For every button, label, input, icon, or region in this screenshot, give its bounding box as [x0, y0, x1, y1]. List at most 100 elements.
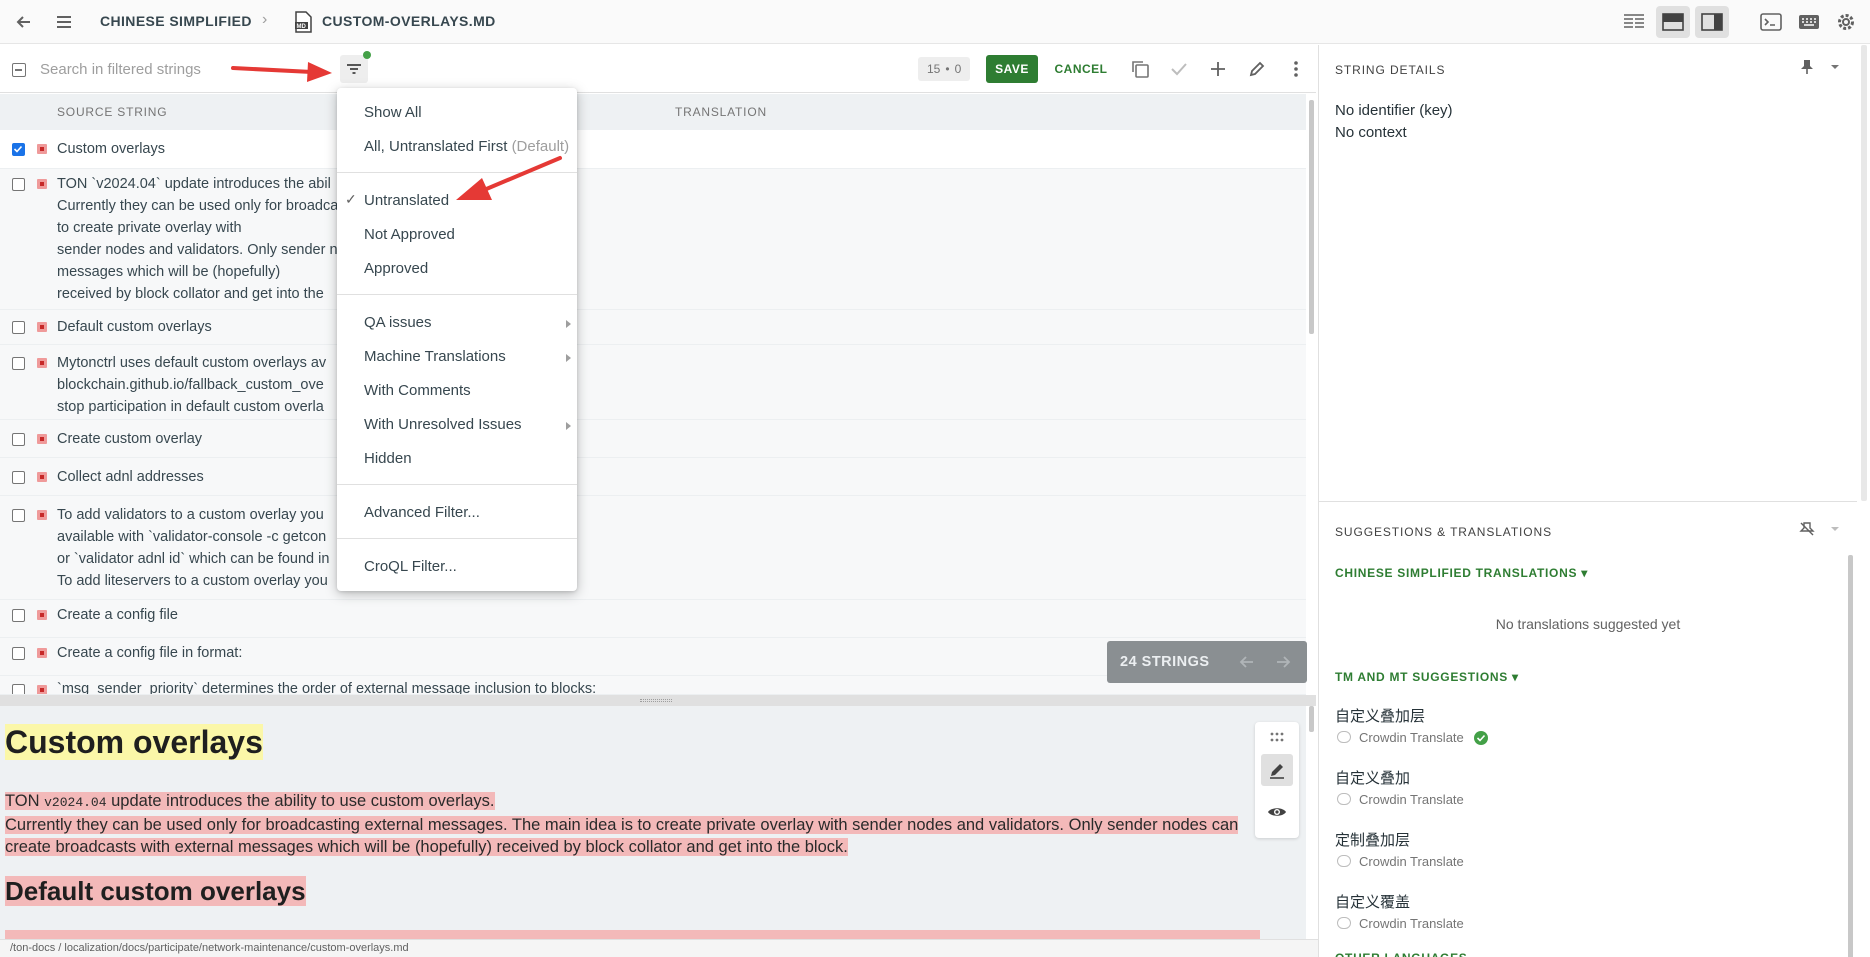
selection-counter: 15 • 0 — [918, 57, 971, 81]
edit-pencil-icon[interactable] — [1245, 57, 1269, 81]
back-arrow-icon[interactable] — [12, 10, 36, 34]
horizontal-layout-icon[interactable] — [1656, 6, 1690, 38]
menu-item-all-untranslated-first-label: All, Untranslated First — [364, 138, 508, 155]
preview-scrollbar[interactable] — [1309, 706, 1314, 732]
copy-source-icon[interactable] — [1128, 57, 1152, 81]
breadcrumb-file: CUSTOM-OVERLAYS.MD — [322, 13, 496, 29]
menu-item-qa-issues[interactable]: QA issues — [364, 314, 432, 331]
prev-arrow-icon[interactable] — [1235, 651, 1257, 673]
menu-item-machine-translations[interactable]: Machine Translations — [364, 348, 506, 365]
right-panel-outer-scrollbar[interactable] — [1861, 45, 1867, 501]
preview-heading-1-text[interactable]: Custom overlays — [5, 724, 263, 760]
filter-icon[interactable] — [340, 51, 371, 83]
menu-item-croql-filter[interactable]: CroQL Filter... — [364, 558, 457, 575]
table-row[interactable]: TON `v2024.04` update introduces the abi… — [0, 169, 1306, 310]
file-path-bar: /ton-docs / localization/docs/participat… — [0, 939, 1318, 957]
save-button[interactable]: SAVE — [986, 55, 1038, 83]
table-row[interactable]: Default custom overlays — [0, 310, 1306, 345]
table-row[interactable]: Collect adnl addresses — [0, 458, 1306, 496]
menu-item-show-all[interactable]: Show All — [364, 104, 422, 121]
collapse-chevron-icon[interactable] — [1827, 521, 1843, 537]
pane-splitter[interactable] — [0, 695, 1316, 706]
submenu-arrow-icon — [566, 320, 571, 328]
svg-text:MD: MD — [297, 24, 307, 30]
suggestion-item[interactable]: 自定义叠加层 Crowdin Translate — [1319, 695, 1857, 757]
submenu-arrow-icon — [566, 354, 571, 362]
no-translations-text: No translations suggested yet — [1495, 616, 1681, 632]
terminal-icon[interactable] — [1754, 6, 1788, 38]
pin-icon[interactable] — [1797, 57, 1817, 77]
row-checkbox[interactable] — [12, 647, 25, 660]
row-checkbox[interactable] — [12, 609, 25, 622]
strings-count: 24 STRINGS — [1120, 654, 1210, 670]
suggestion-item[interactable]: 自定义叠加 Crowdin Translate — [1319, 757, 1857, 819]
menu-item-not-approved[interactable]: Not Approved — [364, 226, 455, 243]
source-string-text: To add validators to a custom overlay yo… — [57, 507, 330, 589]
unpin-icon[interactable] — [1797, 519, 1817, 539]
collapse-chevron-icon[interactable] — [1827, 59, 1843, 75]
tm-mt-header[interactable]: TM AND MT SUGGESTIONS ▾ — [1335, 670, 1519, 684]
menu-item-approved[interactable]: Approved — [364, 260, 428, 277]
table-row[interactable]: Create custom overlay — [0, 420, 1306, 458]
para-line1: update introduces the ability to use cus… — [106, 792, 495, 810]
preview-paragraph[interactable]: TON v2024.04 update introduces the abili… — [5, 790, 1265, 858]
breadcrumb-language[interactable]: CHINESE SIMPLIFIED — [100, 13, 252, 29]
row-checkbox[interactable] — [12, 357, 25, 370]
more-vert-icon[interactable] — [1284, 57, 1308, 81]
menu-item-all-untranslated-first[interactable]: All, Untranslated First (Default) — [364, 138, 569, 155]
source-string-text: Create a config file — [57, 607, 178, 623]
untranslated-status-icon — [37, 648, 47, 658]
edit-mode-icon[interactable] — [1261, 754, 1293, 786]
table-row[interactable]: To add validators to a custom overlay yo… — [0, 496, 1306, 600]
source-string-text: Create a config file in format: — [57, 645, 243, 661]
approve-check-icon[interactable] — [1167, 57, 1191, 81]
next-arrow-icon[interactable] — [1273, 651, 1295, 673]
no-identifier-text: No identifier (key) — [1335, 102, 1453, 119]
string-details-title: STRING DETAILS — [1335, 63, 1446, 77]
keyboard-icon[interactable] — [1792, 6, 1826, 38]
translations-header[interactable]: CHINESE SIMPLIFIED TRANSLATIONS ▾ — [1335, 566, 1588, 580]
row-checkbox[interactable] — [12, 321, 25, 334]
side-by-side-layout-icon[interactable] — [1617, 6, 1651, 38]
menu-divider — [337, 484, 577, 485]
menu-item-with-comments[interactable]: With Comments — [364, 382, 471, 399]
counter-separator: • — [945, 62, 950, 76]
row-checkbox[interactable] — [12, 143, 25, 156]
default-tag: (Default) — [511, 138, 570, 155]
cancel-button[interactable]: CANCEL — [1052, 55, 1110, 83]
preview-heading-2-text[interactable]: Default custom overlays — [5, 876, 306, 906]
row-checkbox[interactable] — [12, 433, 25, 446]
suggestion-item[interactable]: 定制叠加层 Crowdin Translate — [1319, 819, 1857, 881]
strings-toolbar: 15 • 0 SAVE CANCEL — [0, 45, 1316, 93]
crowdin-translate-icon — [1337, 917, 1351, 929]
right-panel: STRING DETAILS No identifier (key) No co… — [1318, 45, 1870, 957]
row-checkbox[interactable] — [12, 471, 25, 484]
counter-selected: 15 — [927, 62, 941, 76]
table-column-header: SOURCE STRING TRANSLATION — [0, 94, 1306, 130]
select-all-checkbox[interactable] — [12, 63, 26, 77]
right-panel-scrollbar[interactable] — [1848, 555, 1853, 957]
menu-item-untranslated[interactable]: Untranslated — [364, 192, 449, 209]
suggestion-item[interactable]: 自定义覆盖 Crowdin Translate — [1319, 881, 1857, 943]
preview-eye-icon[interactable] — [1261, 796, 1293, 828]
source-string-text: Default custom overlays — [57, 319, 212, 335]
sidebar-layout-icon[interactable] — [1695, 6, 1729, 38]
row-checkbox[interactable] — [12, 684, 25, 694]
row-checkbox[interactable] — [12, 509, 25, 522]
menu-item-with-unresolved-issues[interactable]: With Unresolved Issues — [364, 416, 522, 433]
add-icon[interactable] — [1206, 57, 1230, 81]
menu-item-advanced-filter[interactable]: Advanced Filter... — [364, 504, 480, 521]
other-languages-header[interactable]: OTHER LANGUAGES — [1335, 951, 1468, 957]
drag-handle-icon[interactable] — [1266, 730, 1288, 744]
row-checkbox[interactable] — [12, 178, 25, 191]
strings-scrollbar[interactable] — [1309, 100, 1314, 334]
untranslated-status-icon — [37, 685, 47, 694]
menu-icon[interactable] — [52, 10, 76, 34]
menu-item-hidden[interactable]: Hidden — [364, 450, 412, 467]
source-string-text: Mytonctrl uses default custom overlays a… — [57, 355, 327, 415]
table-row[interactable]: Create a config file — [0, 600, 1306, 638]
untranslated-status-icon — [37, 472, 47, 482]
table-row[interactable]: Custom overlays — [0, 130, 1306, 169]
table-row[interactable]: Mytonctrl uses default custom overlays a… — [0, 345, 1306, 420]
settings-gear-icon[interactable] — [1829, 6, 1863, 38]
